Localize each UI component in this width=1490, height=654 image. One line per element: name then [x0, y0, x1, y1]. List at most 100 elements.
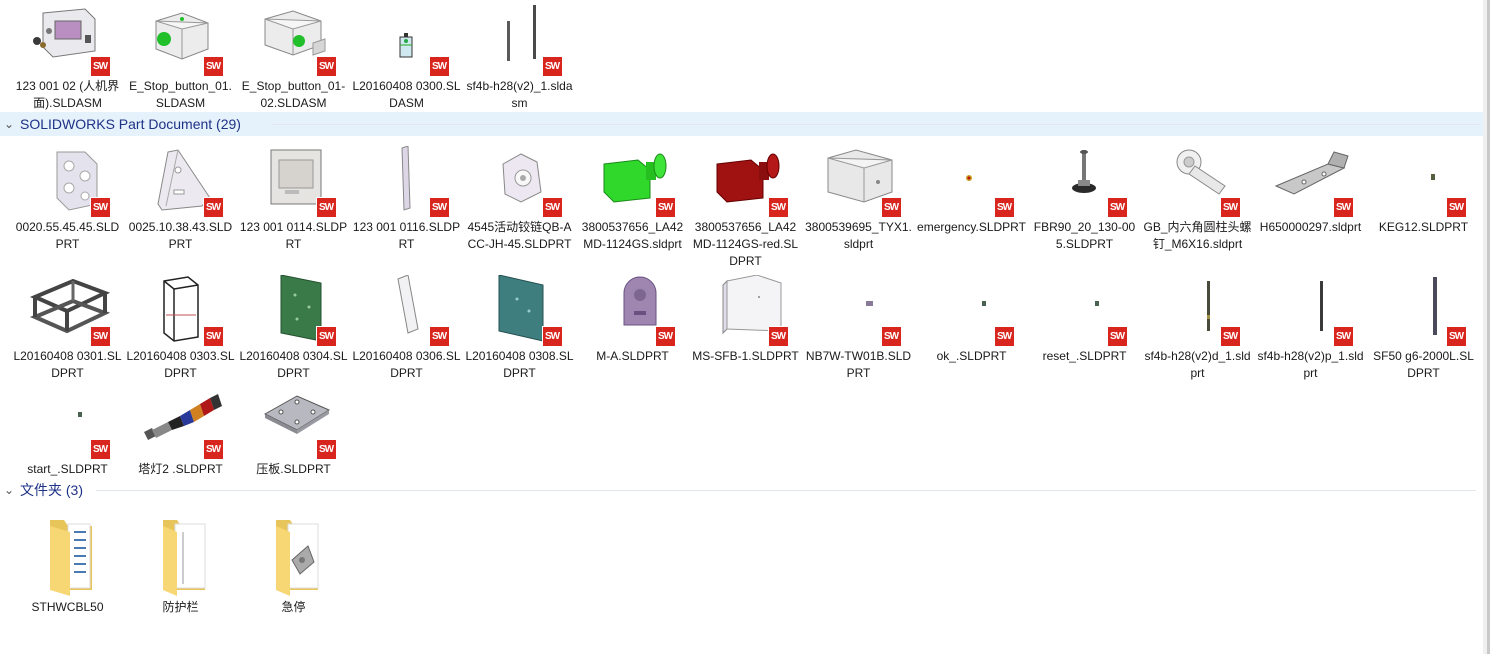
solidworks-badge-icon: SW [541, 326, 563, 347]
file-item[interactable]: SW sf4b-h28(v2)p_1.sldprt [1254, 275, 1367, 382]
folder-icon [143, 512, 219, 598]
solidworks-badge-icon: SW [1445, 197, 1467, 218]
folder-name: 急停 [281, 600, 306, 614]
file-item[interactable]: SW H650000297.sldprt [1254, 146, 1367, 236]
solidworks-badge-icon: SW [89, 439, 111, 460]
screw-part-icon: SW [1155, 146, 1241, 218]
file-name: 3800537656_LA42MD-1124GS-red.SLDPRT [692, 220, 799, 268]
file-item[interactable]: SW start_.SLDPRT [11, 388, 124, 478]
hinge-part-icon: SW [477, 146, 563, 218]
file-item[interactable]: SW ok_.SLDPRT [915, 275, 1028, 365]
file-name: emergency.SLDPRT [917, 220, 1026, 234]
file-name: MS-SFB-1.SLDPRT [692, 349, 799, 363]
small-part-icon: SW [25, 388, 111, 460]
chevron-down-icon[interactable]: ⌄ [2, 117, 16, 131]
file-name: L20160408 0306.SLDPRT [352, 349, 461, 380]
file-item[interactable]: SW 4545活动铰链QB-ACC-JH-45.SLDPRT [463, 146, 576, 253]
file-name: FBR90_20_130-005.SLDPRT [1033, 220, 1136, 251]
file-item[interactable]: SW 3800537656_LA42MD-1124GS.sldprt [576, 146, 689, 253]
file-item[interactable]: SW MS-SFB-1.SLDPRT [689, 275, 802, 365]
estop-assembly-icon: SW [251, 5, 337, 77]
file-item[interactable]: SW L20160408 0303.SLDPRT [124, 275, 237, 382]
file-name: 压板.SLDPRT [256, 462, 331, 476]
folder-item[interactable]: 防护栏 [124, 512, 237, 616]
solidworks-badge-icon: SW [767, 326, 789, 347]
small-part-icon: SW [1042, 275, 1128, 347]
file-item[interactable]: SW 123 001 02 (人机界面).SLDASM [11, 5, 124, 112]
solidworks-badge-icon: SW [202, 326, 224, 347]
folder-icon [256, 512, 332, 598]
solidworks-badge-icon: SW [315, 439, 337, 460]
file-name: sf4b-h28(v2)_1.sldasm [466, 79, 573, 110]
file-name: SF50 g6-2000L.SLDPRT [1373, 349, 1474, 380]
file-name: 123 001 0114.SLDPRT [239, 220, 348, 251]
solidworks-badge-icon: SW [1106, 326, 1128, 347]
group-header-folders[interactable]: ⌄ 文件夹 (3) [2, 478, 83, 502]
hmi-assembly-icon: SW [25, 5, 111, 77]
solidworks-badge-icon: SW [428, 197, 450, 218]
file-name: 3800539695_TYX1.sldprt [805, 220, 912, 251]
file-item[interactable]: SW M-A.SLDPRT [576, 275, 689, 365]
file-item[interactable]: SW E_Stop_button_01-02.SLDASM [237, 5, 350, 112]
file-item[interactable]: SW 123 001 0116.SLDPRT [350, 146, 463, 253]
block-part-icon: SW [25, 146, 111, 218]
file-name: start_.SLDPRT [27, 462, 108, 476]
file-name: L20160408 0300.SLDASM [352, 79, 461, 110]
purple-mount-part-icon: SW [590, 275, 676, 347]
file-name: M-A.SLDPRT [596, 349, 669, 363]
red-button-part-icon: SW [703, 146, 789, 218]
file-item[interactable]: SW FBR90_20_130-005.SLDPRT [1028, 146, 1141, 253]
file-item[interactable]: SW L20160408 0301.SLDPRT [11, 275, 124, 382]
file-item[interactable]: SW 123 001 0114.SLDPRT [237, 146, 350, 253]
box-part-icon: SW [816, 146, 902, 218]
file-item[interactable]: SW SF50 g6-2000L.SLDPRT [1367, 275, 1480, 382]
teal-board-part-icon: SW [477, 275, 563, 347]
file-name: L20160408 0301.SLDPRT [13, 349, 122, 380]
file-item[interactable]: SW NB7W-TW01B.SLDPRT [802, 275, 915, 382]
file-item[interactable]: SW 3800537656_LA42MD-1124GS-red.SLDPRT [689, 146, 802, 270]
solidworks-badge-icon: SW [315, 56, 337, 77]
file-item[interactable]: SW L20160408 0306.SLDPRT [350, 275, 463, 382]
file-item[interactable]: SW sf4b-h28(v2)_1.sldasm [463, 5, 576, 112]
file-item[interactable]: SW 塔灯2 .SLDPRT [124, 388, 237, 478]
file-name: reset_.SLDPRT [1042, 349, 1127, 363]
file-item[interactable]: SW emergency.SLDPRT [915, 146, 1028, 236]
file-item[interactable]: SW L20160408 0300.SLDASM [350, 5, 463, 112]
folder-item[interactable]: STHWCBL50 [11, 512, 124, 616]
solidworks-badge-icon: SW [428, 326, 450, 347]
file-name: 塔灯2 .SLDPRT [138, 462, 223, 476]
file-name: 123 001 0116.SLDPRT [352, 220, 461, 251]
group-header-parts[interactable]: ⌄ SOLIDWORKS Part Document (29) [2, 112, 241, 136]
file-item[interactable]: SW GB_内六角圆柱头螺钉_M6X16.sldprt [1141, 146, 1254, 253]
file-name: 0025.10.38.43.SLDPRT [128, 220, 233, 251]
file-item[interactable]: SW L20160408 0304.SLDPRT [237, 275, 350, 382]
folder-icon [30, 512, 106, 598]
rods-assembly-icon: SW [477, 5, 563, 77]
chevron-down-icon[interactable]: ⌄ [2, 483, 16, 497]
file-name: 3800537656_LA42MD-1124GS.sldprt [581, 220, 684, 251]
cabinet-frame-part-icon: SW [138, 275, 224, 347]
file-item[interactable]: SW 压板.SLDPRT [237, 388, 350, 478]
folder-name: 防护栏 [162, 600, 199, 614]
file-name: 0020.55.45.45.SLDPRT [15, 220, 120, 251]
solidworks-badge-icon: SW [89, 197, 111, 218]
file-item[interactable]: SW 3800539695_TYX1.sldprt [802, 146, 915, 253]
folder-item[interactable]: 急停 [237, 512, 350, 616]
plate-bracket-part-icon: SW [1268, 146, 1354, 218]
panel-part-icon: SW [251, 146, 337, 218]
file-item[interactable]: SW 0020.55.45.45.SLDPRT [11, 146, 124, 253]
frame-assembly-icon: SW [364, 5, 450, 77]
small-part-icon: SW [816, 275, 902, 347]
file-item[interactable]: SW L20160408 0308.SLDPRT [463, 275, 576, 382]
solidworks-badge-icon: SW [880, 326, 902, 347]
file-name: ok_.SLDPRT [936, 349, 1007, 363]
file-item[interactable]: SW E_Stop_button_01.SLDASM [124, 5, 237, 112]
file-item[interactable]: SW KEG12.SLDPRT [1367, 146, 1480, 236]
white-panel-part-icon: SW [364, 275, 450, 347]
solidworks-badge-icon: SW [654, 197, 676, 218]
file-item[interactable]: SW sf4b-h28(v2)d_1.sldprt [1141, 275, 1254, 382]
file-item[interactable]: SW 0025.10.38.43.SLDPRT [124, 146, 237, 253]
solidworks-badge-icon: SW [880, 197, 902, 218]
file-item[interactable]: SW reset_.SLDPRT [1028, 275, 1141, 365]
file-name: 4545活动铰链QB-ACC-JH-45.SLDPRT [467, 220, 572, 251]
